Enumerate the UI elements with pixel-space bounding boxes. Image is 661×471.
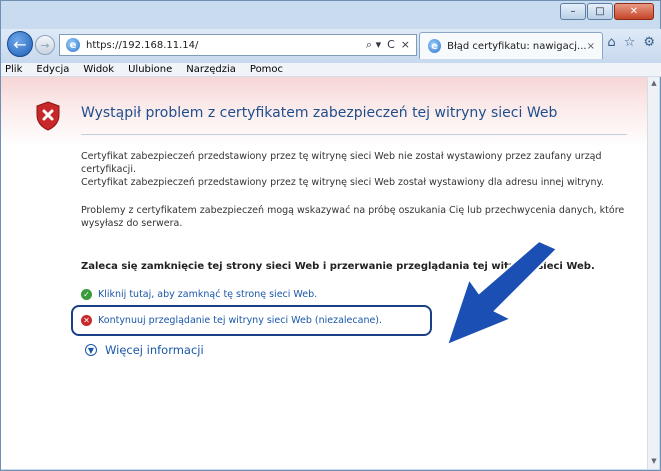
tab-close-icon[interactable]: × [587,41,595,52]
menu-item-narzedzia[interactable]: Narzędzia [186,64,236,75]
home-icon[interactable]: ⌂ [607,35,615,50]
gear-icon[interactable]: ⚙ [643,35,655,50]
navigation-bar: ← → e https://192.168.11.14/ ⌕ ▾ C × e B… [1,29,661,63]
page-content: Wystąpił problem z certyfikatem zabezpie… [1,77,647,469]
refresh-icon[interactable]: C [387,38,395,52]
forward-arrow-icon: → [40,38,50,52]
minimize-button[interactable]: – [560,3,586,20]
certificate-explanation: Certyfikat zabezpieczeń przedstawiony pr… [81,150,625,189]
annotation-highlight [71,305,432,336]
title-divider [81,134,627,135]
address-tools: ⌕ ▾ C × [366,38,410,52]
back-button[interactable]: ← [7,31,33,57]
close-window-button[interactable]: ✕ [614,3,654,20]
cert-mismatch-text: Certyfikat zabezpieczeń przedstawiony pr… [81,177,604,188]
more-info-link[interactable]: ▼ Więcej informacji [85,343,204,357]
menu-item-pomoc[interactable]: Pomoc [250,64,283,75]
url-prefix: https:// [86,39,122,51]
risk-text: Problemy z certyfikatem zabezpieczeń mog… [81,205,625,229]
browser-toolbar-right: ⌂ ☆ ⚙ [607,35,655,50]
ie-logo-icon: e [428,39,442,53]
ie-logo-icon: e [66,38,80,52]
close-page-link-text[interactable]: Kliknij tutaj, aby zamknąć tę stronę sie… [98,289,317,300]
forward-button[interactable]: → [35,35,55,55]
menu-bar: Plik Edycja Widok Ulubione Narzędzia Pom… [1,63,661,77]
menu-item-widok[interactable]: Widok [83,64,114,75]
maximize-button[interactable]: □ [587,3,613,20]
close-page-link[interactable]: ✓ Kliknij tutaj, aby zamknąć tę stronę s… [81,289,317,300]
scroll-down-icon[interactable]: ▼ [648,457,660,467]
pointer-arrow-icon [445,241,559,347]
stop-icon[interactable]: × [401,38,410,52]
menu-item-ulubione[interactable]: Ulubione [128,64,172,75]
back-arrow-icon: ← [13,34,27,54]
scroll-up-icon[interactable]: ▲ [648,79,660,89]
window-caption-buttons: – □ ✕ [560,3,654,20]
page-title: Wystąpił problem z certyfikatem zabezpie… [81,105,558,121]
menu-item-plik[interactable]: Plik [5,64,22,75]
search-dropdown-icon[interactable]: ⌕ ▾ [366,38,381,52]
vertical-scrollbar[interactable]: ▲ ▼ [647,77,659,469]
shield-ok-icon: ✓ [81,289,92,300]
tab-title: Błąd certyfikatu: nawigacj... [447,40,587,52]
url-text[interactable]: https://192.168.11.14/ [86,40,198,51]
cert-untrusted-text: Certyfikat zabezpieczeń przedstawiony pr… [81,151,602,175]
url-host: 192.168.11.14/ [121,39,199,51]
address-bar[interactable]: e https://192.168.11.14/ ⌕ ▾ C × [59,34,417,56]
chevron-down-icon: ▼ [85,344,97,356]
menu-item-edycja[interactable]: Edycja [36,64,69,75]
shield-error-icon [36,101,60,131]
more-info-text[interactable]: Więcej informacji [105,343,204,357]
tab-certificate-error[interactable]: e Błąd certyfikatu: nawigacj... × [419,32,603,59]
star-icon[interactable]: ☆ [624,35,636,50]
